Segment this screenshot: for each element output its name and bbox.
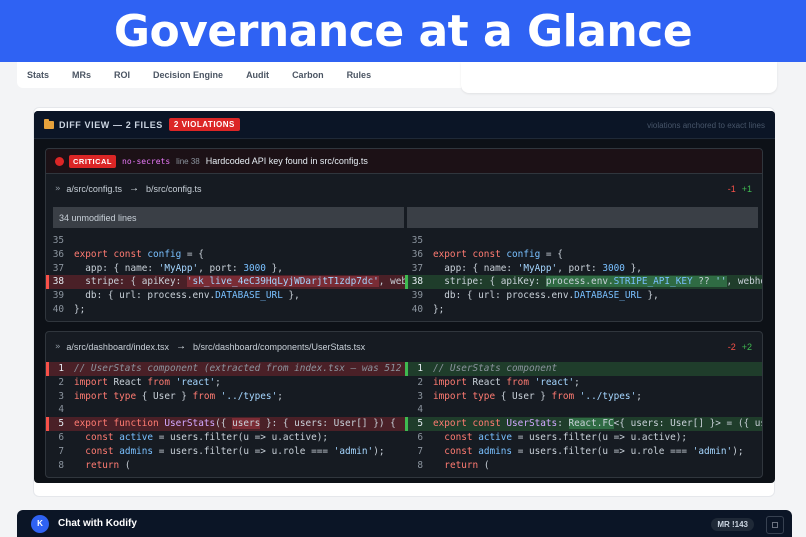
unmodified-lines-left: 34 unmodified lines (53, 207, 404, 228)
diff-view-note: violations anchored to exact lines (647, 121, 765, 130)
tab-bar: Stats MRs ROI Decision Engine Audit Carb… (17, 62, 461, 88)
tab-carbon[interactable]: Carbon (292, 70, 324, 80)
path-a: a/src/config.ts (66, 183, 122, 194)
line-number: 37 (411, 262, 423, 274)
tab-decision-engine[interactable]: Decision Engine (153, 70, 223, 80)
square-icon (772, 522, 778, 528)
code-row: 40}; 40}; (46, 303, 762, 317)
diff-stats: -1 +1 (728, 184, 752, 194)
critical-dot-icon (55, 156, 64, 166)
diff-stats: -2 +2 (728, 342, 752, 352)
additions-count: +2 (741, 342, 752, 352)
code-row: 3 import type { User } from '../types'; 3… (46, 390, 762, 404)
code-row: 37 app: { name: 'MyApp', port: 3000 }, 3… (46, 262, 762, 276)
line-ref: line 38 (176, 156, 200, 166)
code-lines: 35 35 36 export const config = { 36 export… (46, 234, 762, 317)
line-number: 1 (58, 363, 64, 374)
line-number: 40 (52, 303, 64, 315)
rule-id: no-secrets (122, 156, 171, 166)
line-number: 37 (52, 262, 64, 274)
title-banner: Governance at a Glance (0, 0, 806, 62)
diff-view-title: DIFF VIEW — 2 FILES (59, 119, 163, 130)
code-row: 39 db: { url: process.env.DATABASE_URL }… (46, 289, 762, 303)
line-number: 4 (417, 404, 423, 416)
line-number: 7 (58, 445, 64, 457)
code-row: 8 return ( 8 return ( (46, 459, 762, 473)
path-b: b/src/config.ts (145, 183, 202, 194)
tab-stats[interactable]: Stats (27, 70, 49, 80)
tab-audit[interactable]: Audit (246, 70, 269, 80)
line-number: 8 (58, 459, 64, 471)
code-row: 2 import React from 'react'; 2 import Reac… (46, 376, 762, 390)
deletions-count: -2 (727, 342, 736, 352)
arrow-right-icon: → (128, 183, 139, 194)
collapse-chevron-icon[interactable]: » (55, 184, 60, 194)
collapse-chevron-icon[interactable]: » (55, 342, 60, 352)
diff-view: DIFF VIEW — 2 FILES 2 VIOLATIONS violati… (34, 111, 775, 483)
line-number: 5 (58, 418, 64, 430)
folder-icon (44, 118, 54, 129)
line-number: 38 (411, 276, 423, 288)
additions-count: +1 (741, 184, 752, 194)
kodify-logo-icon: K (31, 514, 49, 533)
path-a: a/src/dashboard/index.tsx (66, 341, 169, 352)
violation-message: Hardcoded API key found in src/config.ts (205, 156, 368, 166)
line-number: 4 (58, 404, 64, 416)
unmodified-lines-bar[interactable]: 34 unmodified lines (53, 207, 758, 228)
chat-panel-header[interactable]: K Chat with Kodify MR !143 (17, 510, 792, 537)
line-number: 2 (58, 376, 64, 388)
file-diff-config: CRITICAL no-secrets line 38 Hardcoded AP… (45, 148, 763, 322)
line-number: 8 (417, 459, 423, 471)
tab-roi[interactable]: ROI (114, 70, 130, 80)
minimize-button[interactable] (766, 516, 784, 534)
severity-badge: CRITICAL (69, 154, 116, 168)
line-number: 39 (411, 290, 423, 302)
line-number: 3 (58, 390, 64, 402)
line-number: 39 (52, 290, 64, 302)
line-number: 35 (411, 235, 423, 246)
file-header[interactable]: » a/src/dashboard/index.tsx → b/src/dash… (46, 332, 762, 361)
violation-banner[interactable]: CRITICAL no-secrets line 38 Hardcoded AP… (46, 149, 762, 174)
line-number: 38 (52, 276, 64, 288)
tab-mrs[interactable]: MRs (72, 70, 91, 80)
file-diff-userstats: » a/src/dashboard/index.tsx → b/src/dash… (45, 331, 763, 478)
code-row: 6 const active = users.filter(u => u.act… (46, 431, 762, 445)
top-panel-card (461, 62, 777, 93)
line-number: 3 (417, 390, 423, 402)
code-row: 4 4 (46, 403, 762, 417)
file-header[interactable]: » a/src/config.ts → b/src/config.ts -1 +1 (46, 174, 762, 203)
line-number: 35 (52, 235, 64, 246)
line-number: 1 (417, 363, 423, 374)
code-row-changed: 38 stripe: { apiKey: 'sk_live_4eC39HqLyj… (46, 275, 762, 290)
code-row: 35 35 (46, 234, 762, 248)
code-row-changed: 1// UserStats component (extracted from … (46, 362, 762, 376)
line-number: 7 (417, 445, 423, 457)
code-lines: 1// UserStats component (extracted from … (46, 362, 762, 473)
line-number: 5 (417, 418, 423, 430)
violations-badge: 2 VIOLATIONS (168, 118, 240, 131)
line-number: 40 (411, 303, 423, 315)
banner-title: Governance at a Glance (113, 5, 693, 57)
code-row: 36 export const config = { 36 export const… (46, 248, 762, 262)
line-number: 2 (417, 376, 423, 388)
path-b: b/src/dashboard/components/UserStats.tsx (192, 341, 366, 352)
tab-rules[interactable]: Rules (347, 70, 372, 80)
diff-view-header: DIFF VIEW — 2 FILES 2 VIOLATIONS violati… (34, 111, 775, 139)
line-number: 6 (58, 431, 64, 443)
line-number: 36 (52, 248, 64, 260)
code-row-changed: 5 export function UserStats({ users }: { … (46, 417, 762, 431)
code-row: 7 const admins = users.filter(u => u.rol… (46, 445, 762, 459)
mr-badge: MR !143 (711, 518, 754, 531)
arrow-right-icon: → (175, 341, 186, 352)
line-number: 6 (417, 431, 423, 443)
unmodified-lines-right (407, 207, 758, 228)
line-number: 36 (411, 248, 423, 260)
chat-title: Chat with Kodify (58, 518, 137, 529)
deletions-count: -1 (727, 184, 736, 194)
